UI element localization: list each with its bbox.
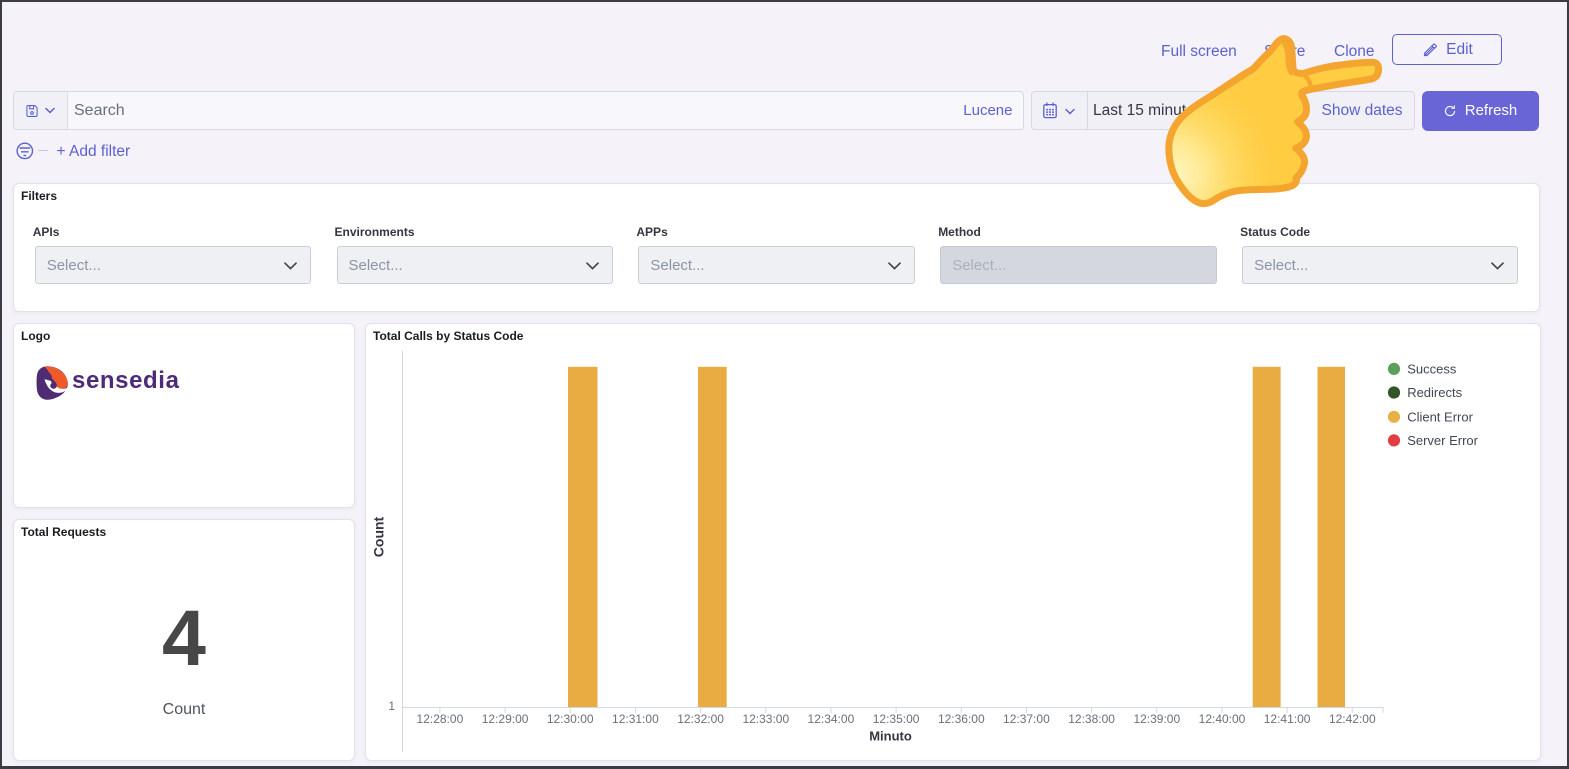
svg-text:12:30:00: 12:30:00 [546, 712, 593, 726]
svg-text:12:42:00: 12:42:00 [1328, 712, 1375, 726]
svg-text:Redirects: Redirects [1407, 385, 1462, 400]
svg-text:12:36:00: 12:36:00 [937, 712, 984, 726]
svg-text:Count: Count [370, 516, 386, 557]
svg-text:12:33:00: 12:33:00 [742, 712, 789, 726]
svg-text:12:29:00: 12:29:00 [481, 712, 528, 726]
svg-text:12:39:00: 12:39:00 [1133, 712, 1180, 726]
svg-text:12:31:00: 12:31:00 [612, 712, 659, 726]
svg-text:12:28:00: 12:28:00 [416, 712, 463, 726]
svg-text:12:35:00: 12:35:00 [872, 712, 919, 726]
svg-text:12:40:00: 12:40:00 [1198, 712, 1245, 726]
svg-text:12:32:00: 12:32:00 [677, 712, 724, 726]
svg-text:12:34:00: 12:34:00 [807, 712, 854, 726]
svg-text:12:38:00: 12:38:00 [1068, 712, 1115, 726]
svg-text:12:37:00: 12:37:00 [1003, 712, 1050, 726]
svg-text:Server Error: Server Error [1407, 433, 1478, 448]
svg-text:12:41:00: 12:41:00 [1263, 712, 1310, 726]
svg-text:1: 1 [388, 699, 395, 713]
svg-text:Client Error: Client Error [1407, 409, 1473, 424]
svg-text:Minuto: Minuto [869, 729, 912, 744]
svg-text:Success: Success [1407, 361, 1457, 376]
